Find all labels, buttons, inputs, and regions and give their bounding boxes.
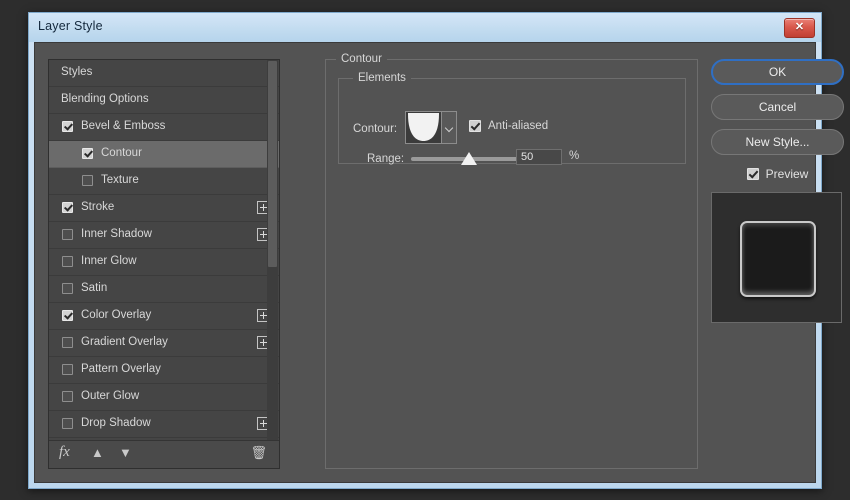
style-row-checkbox[interactable] xyxy=(62,121,73,132)
desktop-background: Layer Style ✕ Styles Blending Options Beve… xyxy=(0,0,850,500)
styles-list: Styles Blending Options Bevel & Emboss Cont… xyxy=(49,60,279,440)
ok-button[interactable]: OK xyxy=(711,59,844,85)
range-slider[interactable] xyxy=(411,157,526,161)
style-row-label: Texture xyxy=(101,174,139,186)
style-row-checkbox[interactable] xyxy=(62,229,73,240)
cancel-button[interactable]: Cancel xyxy=(711,94,844,120)
style-row-checkbox[interactable] xyxy=(62,364,73,375)
chevron-down-icon[interactable] xyxy=(441,112,456,143)
dialog-body: Styles Blending Options Bevel & Emboss Cont… xyxy=(34,42,816,483)
fx-icon[interactable]: fx xyxy=(59,444,70,461)
style-row-color-overlay[interactable]: Color Overlay xyxy=(49,303,279,330)
style-row-label: Satin xyxy=(81,282,107,294)
anti-aliased-label: Anti-aliased xyxy=(488,120,548,132)
styles-list-scrollbar[interactable] xyxy=(267,60,278,440)
elements-group: Elements Contour: Anti-ali xyxy=(338,78,686,164)
styles-toolbar: fx ▲ ▼ 🗑 xyxy=(49,440,279,468)
style-row-pattern-overlay[interactable]: Pattern Overlay xyxy=(49,357,279,384)
style-row-label: Color Overlay xyxy=(81,309,151,321)
style-row-gradient-overlay[interactable]: Gradient Overlay xyxy=(49,330,279,357)
delete-icon[interactable]: 🗑 xyxy=(250,445,267,461)
contour-group: Contour Elements Contour: xyxy=(325,59,698,469)
style-row-checkbox[interactable] xyxy=(82,148,93,159)
preview-label: Preview xyxy=(766,167,809,181)
contour-preset-picker[interactable] xyxy=(405,111,457,144)
new-style-button[interactable]: New Style... xyxy=(711,129,844,155)
layer-style-dialog-window: Layer Style ✕ Styles Blending Options Beve… xyxy=(28,12,822,489)
style-row-checkbox[interactable] xyxy=(62,283,73,294)
style-row-label: Outer Glow xyxy=(81,390,139,402)
preview-checkbox-box[interactable] xyxy=(747,168,759,180)
style-row-label: Bevel & Emboss xyxy=(81,120,165,132)
preview-shape xyxy=(740,221,816,297)
range-percent-label: % xyxy=(569,150,579,162)
contour-curve-thumbnail xyxy=(406,112,441,143)
style-row-inner-glow[interactable]: Inner Glow xyxy=(49,249,279,276)
move-up-icon[interactable]: ▲ xyxy=(91,445,104,460)
style-row-inner-shadow[interactable]: Inner Shadow xyxy=(49,222,279,249)
style-row-label: Stroke xyxy=(81,201,114,213)
style-row-checkbox[interactable] xyxy=(62,256,73,267)
button-column: OK Cancel New Style... Preview xyxy=(711,59,844,323)
range-value-input[interactable] xyxy=(516,149,562,165)
styles-panel: Styles Blending Options Bevel & Emboss Cont… xyxy=(48,59,280,469)
window-titlebar[interactable]: Layer Style ✕ xyxy=(29,13,821,42)
style-row-label: Pattern Overlay xyxy=(81,363,161,375)
window-title: Layer Style xyxy=(38,19,103,33)
style-row-satin[interactable]: Satin xyxy=(49,276,279,303)
style-row-label: Inner Glow xyxy=(81,255,137,267)
style-row-outer-glow[interactable]: Outer Glow xyxy=(49,384,279,411)
style-row-checkbox[interactable] xyxy=(62,337,73,348)
elements-group-title: Elements xyxy=(353,72,411,84)
style-row-stroke[interactable]: Stroke xyxy=(49,195,279,222)
style-row-label: Contour xyxy=(101,147,142,159)
style-row-checkbox[interactable] xyxy=(62,391,73,402)
range-slider-thumb[interactable] xyxy=(461,152,477,165)
style-row-label: Inner Shadow xyxy=(81,228,152,240)
scrollbar-thumb[interactable] xyxy=(268,61,277,267)
anti-aliased-checkbox-box[interactable] xyxy=(469,120,481,132)
style-row-label: Gradient Overlay xyxy=(81,336,168,348)
style-row-bevel-emboss[interactable]: Bevel & Emboss xyxy=(49,114,279,141)
style-row-checkbox[interactable] xyxy=(82,175,93,186)
range-field-label: Range: xyxy=(367,153,404,165)
style-row-texture[interactable]: Texture xyxy=(49,168,279,195)
move-down-icon[interactable]: ▼ xyxy=(119,445,132,460)
anti-aliased-checkbox[interactable]: Anti-aliased xyxy=(469,120,548,132)
style-row-contour[interactable]: Contour xyxy=(49,141,279,168)
close-icon: ✕ xyxy=(785,19,814,37)
contour-field-label: Contour: xyxy=(353,123,397,135)
style-row-checkbox[interactable] xyxy=(62,202,73,213)
style-row-label: Styles xyxy=(61,66,92,78)
close-button[interactable]: ✕ xyxy=(784,18,815,38)
style-row-checkbox[interactable] xyxy=(62,418,73,429)
style-row-drop-shadow[interactable]: Drop Shadow xyxy=(49,411,279,438)
contour-group-title: Contour xyxy=(336,53,387,65)
style-row-blending-options[interactable]: Blending Options xyxy=(49,87,279,114)
style-row-checkbox[interactable] xyxy=(62,310,73,321)
contour-curve-icon xyxy=(406,112,441,143)
style-row-styles[interactable]: Styles xyxy=(49,60,279,87)
preview-checkbox[interactable]: Preview xyxy=(711,164,844,184)
preview-thumbnail xyxy=(711,192,842,323)
style-row-label: Drop Shadow xyxy=(81,417,151,429)
style-row-label: Blending Options xyxy=(61,93,149,105)
